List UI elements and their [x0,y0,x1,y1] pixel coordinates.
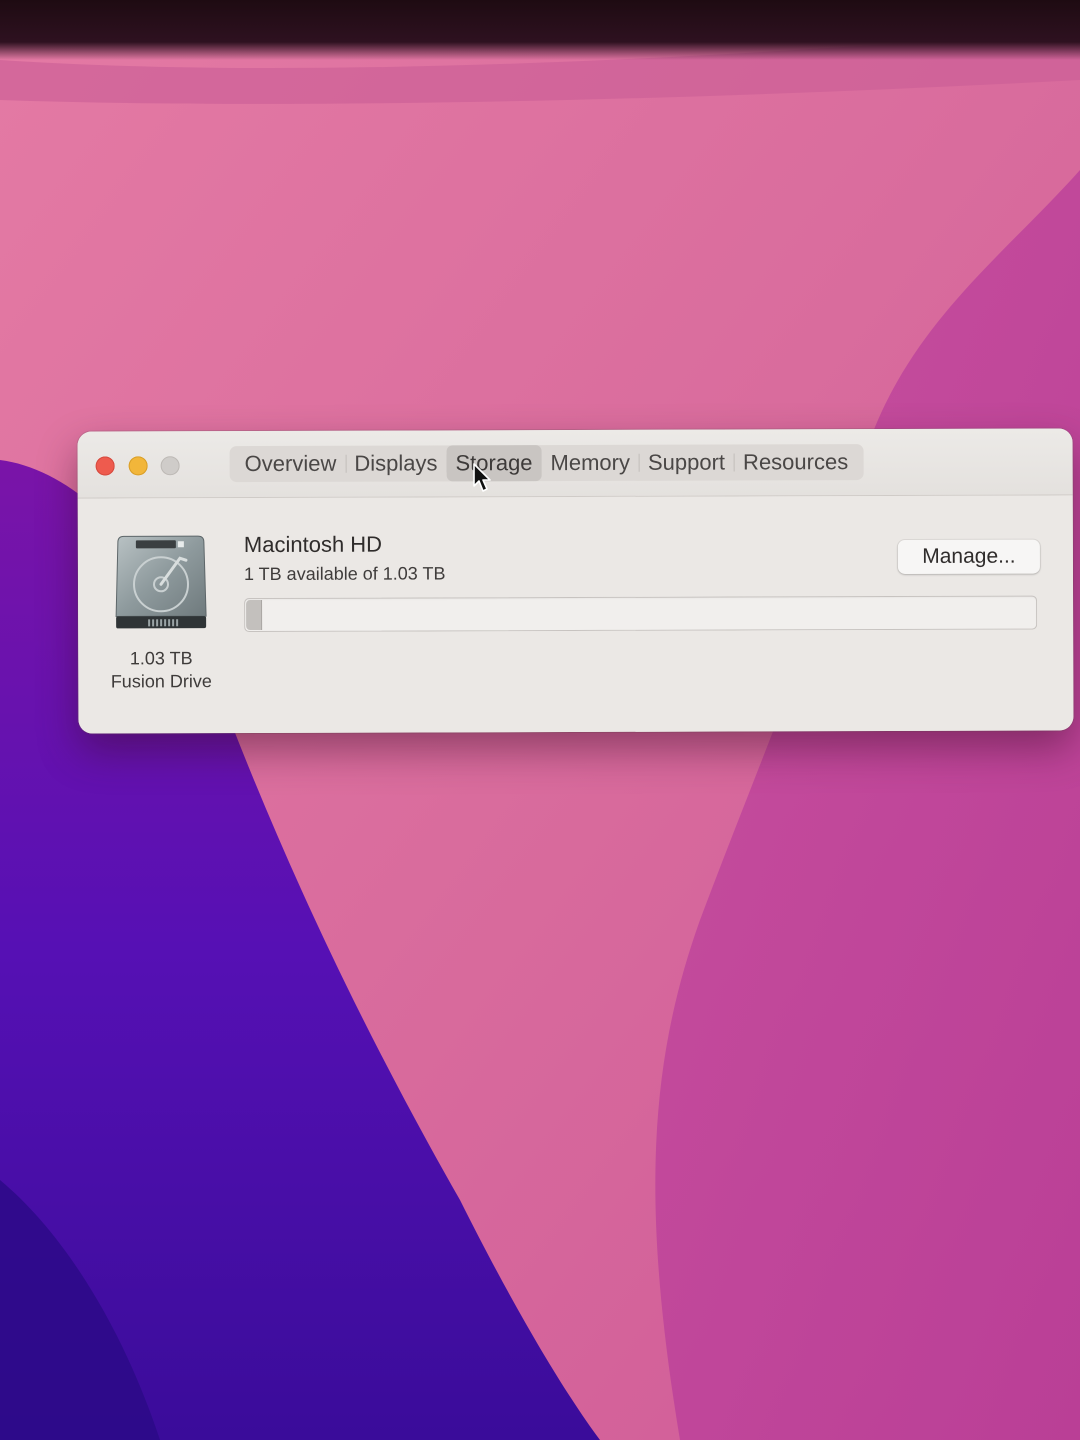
volume-availability: 1 TB available of 1.03 TB [243,563,446,585]
tab-displays[interactable]: Displays [345,445,446,481]
tab-memory[interactable]: Memory [541,445,639,481]
storage-usage-bar [244,595,1038,633]
tab-bar: Overview Displays Storage Memory Support… [229,444,864,483]
storage-used-segment [246,599,263,631]
zoom-button[interactable] [160,456,180,476]
minimize-button[interactable] [128,456,148,476]
window-titlebar: Overview Displays Storage Memory Support… [77,428,1073,499]
drive-capacity: 1.03 TB [129,648,193,669]
manage-button[interactable]: Manage... [897,539,1040,574]
tab-support[interactable]: Support [639,445,734,481]
storage-panel: 1.03 TB Fusion Drive Macintosh HD 1 TB a… [77,495,1074,734]
about-this-mac-window: Overview Displays Storage Memory Support… [77,428,1074,734]
desktop: Overview Displays Storage Memory Support… [0,0,1080,1440]
tab-resources[interactable]: Resources [734,444,857,480]
close-button[interactable] [95,456,115,476]
volume-name: Macintosh HD [243,531,383,558]
mouse-pointer-icon [473,463,491,492]
hard-drive-icon [115,535,207,629]
tab-overview[interactable]: Overview [236,446,346,482]
screen-bezel [0,0,1080,60]
drive-type: Fusion Drive [110,671,212,692]
